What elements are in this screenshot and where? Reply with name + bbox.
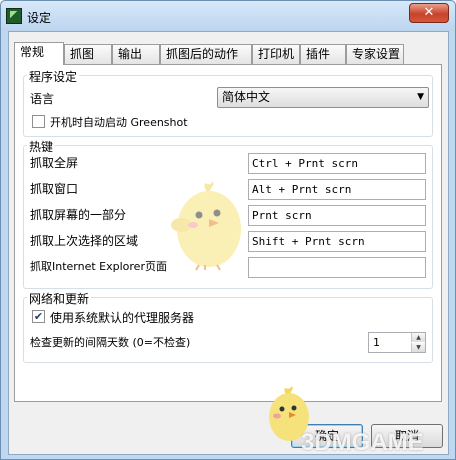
mascot-eye-left: [195, 211, 203, 219]
small-mascot-eye-right: [291, 405, 297, 411]
settings-window: 设定 ✕ 常规 抓图 输出 抓图后的动作 打印机 插件 专家设置 程序设定 语言…: [0, 0, 456, 460]
network-update-title: 网络和更新: [27, 290, 92, 307]
tab-output[interactable]: 输出: [112, 44, 160, 64]
title-bar[interactable]: 设定 ✕: [1, 1, 455, 31]
hotkey-field-fullscreen[interactable]: Ctrl + Prnt scrn: [248, 153, 426, 174]
hotkey-label-window: 抓取窗口: [30, 182, 79, 196]
language-select[interactable]: 简体中文 ▼: [217, 87, 429, 108]
network-update-group: 网络和更新 ✔ 使用系统默认的代理服务器 检查更新的间隔天数 (0=不检查) 1…: [23, 290, 433, 363]
watermark-text: 3DMGAME: [301, 429, 424, 456]
close-button[interactable]: ✕: [409, 3, 449, 23]
tab-expert[interactable]: 专家设置: [346, 44, 404, 64]
window-title: 设定: [27, 11, 52, 25]
program-settings-group: 程序设定 语言 简体中文 ▼ 开机时自动启动 Greenshot: [23, 68, 433, 137]
spin-up-icon[interactable]: ▲: [411, 333, 425, 342]
mascot-eye-right: [213, 209, 221, 217]
tab-destination[interactable]: 抓图后的动作: [160, 44, 252, 64]
update-interval-label: 检查更新的间隔天数 (0=不检查): [30, 336, 191, 349]
small-mascot-cheek: [273, 413, 281, 419]
hotkeys-title: 热键: [27, 138, 56, 155]
language-select-value: 简体中文: [222, 90, 271, 104]
mascot-cheek: [188, 222, 198, 228]
tab-plugins[interactable]: 插件: [300, 44, 346, 64]
hotkey-label-last-region: 抓取上次选择的区域: [30, 234, 139, 248]
proxy-label: 使用系统默认的代理服务器: [50, 311, 195, 325]
hotkey-field-window[interactable]: Alt + Prnt scrn: [248, 179, 426, 200]
hotkey-label-ie: 抓取Internet Explorer页面: [30, 260, 167, 273]
autostart-label: 开机时自动启动 Greenshot: [50, 116, 188, 129]
hotkey-label-fullscreen: 抓取全屏: [30, 156, 79, 170]
chevron-down-icon: ▼: [417, 92, 424, 102]
proxy-checkbox[interactable]: ✔: [32, 310, 45, 323]
greenshot-app-icon: [6, 8, 22, 24]
hotkey-field-ie[interactable]: [248, 257, 426, 278]
hotkey-field-last-region[interactable]: Shift + Prnt scrn: [248, 231, 426, 252]
tab-general[interactable]: 常规: [14, 42, 64, 65]
greenshot-mascot-image: [171, 181, 241, 271]
spin-down-icon[interactable]: ▼: [411, 343, 425, 352]
program-settings-title: 程序设定: [27, 68, 80, 85]
small-mascot-eye-left: [279, 406, 285, 412]
language-label: 语言: [30, 92, 55, 106]
update-interval-spinner[interactable]: 1 ▲ ▼: [368, 332, 426, 353]
hotkey-field-region[interactable]: Prnt scrn: [248, 205, 426, 226]
hotkey-label-region: 抓取屏幕的一部分: [30, 208, 127, 222]
tab-capture[interactable]: 抓图: [64, 44, 112, 64]
tab-printer[interactable]: 打印机: [252, 44, 300, 64]
autostart-checkbox[interactable]: [32, 115, 45, 128]
update-interval-value: 1: [373, 336, 380, 349]
